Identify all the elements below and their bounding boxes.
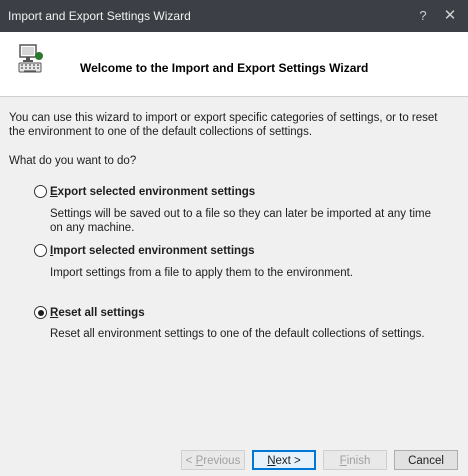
export-option-description: Settings will be saved out to a file so …	[50, 208, 431, 234]
cancel-button[interactable]: Cancel	[394, 450, 458, 470]
import-option-label[interactable]: Import selected environment settings	[50, 245, 255, 257]
help-button[interactable]: ?	[413, 6, 433, 26]
wizard-header: Welcome to the Import and Export Setting…	[0, 32, 468, 97]
export-radio[interactable]	[34, 185, 47, 198]
next-button[interactable]: Next >	[252, 450, 316, 470]
import-label-rest: mport selected environment settings	[53, 245, 255, 257]
reset-option-description: Reset all environment settings to one of…	[50, 328, 425, 340]
export-label-rest: xport selected environment settings	[57, 186, 256, 198]
previous-button[interactable]: < Previous	[181, 450, 245, 470]
import-option-description: Import settings from a file to apply the…	[50, 267, 353, 279]
wizard-footer: < Previous Next > Finish Cancel	[0, 425, 468, 476]
reset-option-label[interactable]: Reset all settings	[50, 307, 145, 319]
export-option-label[interactable]: Export selected environment settings	[50, 186, 255, 198]
question-text: What do you want to do?	[9, 155, 137, 167]
intro-text: You can use this wizard to import or exp…	[9, 112, 438, 138]
wizard-content: You can use this wizard to import or exp…	[0, 97, 468, 425]
window-title: Import and Export Settings Wizard	[8, 9, 191, 23]
finish-button[interactable]: Finish	[323, 450, 387, 470]
settings-wizard-icon	[18, 44, 43, 73]
import-radio[interactable]	[34, 244, 47, 257]
reset-radio[interactable]	[34, 306, 47, 319]
close-button[interactable]: ✕	[440, 6, 460, 26]
wizard-title: Welcome to the Import and Export Setting…	[80, 61, 369, 75]
title-bar: Import and Export Settings Wizard ? ✕	[0, 0, 468, 32]
reset-label-rest: eset all settings	[58, 307, 145, 319]
